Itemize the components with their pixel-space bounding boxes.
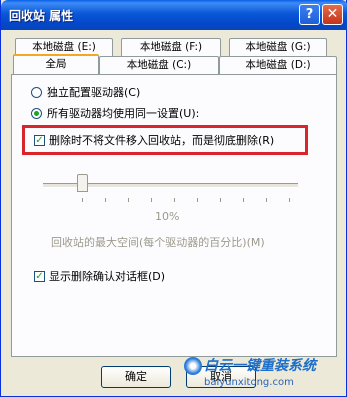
slider-tick [220, 198, 221, 202]
title-bar[interactable]: 回收站 属性 ? ✕ [1, 0, 347, 30]
watermark-logo-icon [184, 357, 202, 375]
tab-global[interactable]: 全局 [13, 54, 99, 74]
ok-button[interactable]: 确定 [101, 366, 171, 388]
delete-immediately-checkbox[interactable]: ✓ 删除时不将文件移入回收站，而是彻底删除(R) [34, 132, 274, 148]
slider-tick [197, 198, 198, 202]
delete-immediately-label: 删除时不将文件移入回收站，而是彻底删除(R) [49, 134, 275, 147]
watermark-url: baiyunxitong.com [204, 377, 294, 388]
properties-window: 回收站 属性 ? ✕ 本地磁盘 (E:) 本地磁盘 (F:) 本地磁盘 (G:)… [0, 0, 347, 397]
radio-same-for-all-circle[interactable] [31, 107, 42, 119]
tab-drive-g[interactable]: 本地磁盘 (G:) [229, 38, 327, 56]
tab-drive-d[interactable]: 本地磁盘 (D:) [219, 56, 337, 74]
radio-same-for-all-label: 所有驱动器均使用同一设置(U): [47, 107, 200, 120]
slider-tick [266, 198, 267, 202]
slider-tick [105, 198, 106, 202]
slider-tick [174, 198, 175, 202]
check-mark-icon[interactable]: ✓ [34, 134, 45, 146]
check-mark-icon[interactable]: ✓ [34, 270, 45, 282]
slider-tick [82, 198, 83, 202]
slider-value-label: 10% [155, 210, 180, 223]
radio-independent-label: 独立配置驱动器(C) [47, 86, 141, 99]
radio-independent-circle[interactable] [31, 86, 42, 98]
slider-tick [151, 198, 152, 202]
slider-caption: 回收站的最大空间(每个驱动器的百分比)(M) [51, 236, 265, 249]
confirm-dialog-label: 显示删除确认对话框(D) [49, 270, 166, 283]
slider-tick [128, 198, 129, 202]
radio-independent[interactable]: 独立配置驱动器(C) [31, 84, 140, 100]
window-title: 回收站 属性 [9, 9, 74, 23]
tab-drive-f[interactable]: 本地磁盘 (F:) [121, 38, 221, 56]
confirm-dialog-checkbox[interactable]: ✓ 显示删除确认对话框(D) [34, 268, 165, 284]
slider-thumb[interactable] [77, 174, 88, 192]
radio-same-for-all[interactable]: 所有驱动器均使用同一设置(U): [31, 105, 199, 121]
watermark-title: 白云一键重装系统 [204, 358, 316, 374]
tab-drive-c[interactable]: 本地磁盘 (C:) [99, 56, 219, 74]
help-button[interactable]: ? [299, 4, 320, 25]
slider-tick [289, 198, 290, 202]
slider-tick [243, 198, 244, 202]
close-button[interactable]: ✕ [322, 4, 343, 25]
